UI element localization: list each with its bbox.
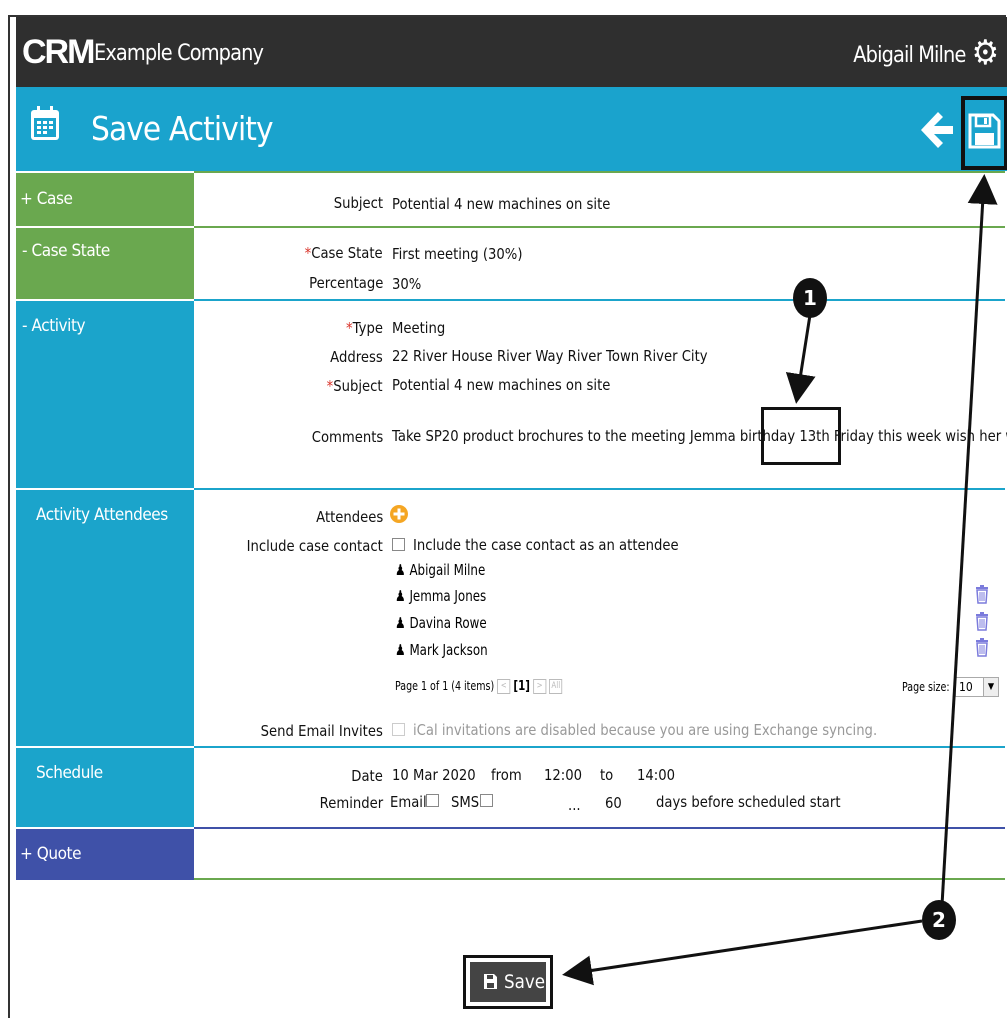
callout-badge-1: 1 bbox=[793, 278, 827, 318]
annotation-arrows bbox=[562, 174, 998, 986]
arrow-2-left bbox=[562, 919, 923, 986]
arrow-1 bbox=[785, 314, 816, 404]
callout-badge-2: 2 bbox=[922, 900, 956, 940]
arrow-2-up bbox=[940, 174, 998, 906]
